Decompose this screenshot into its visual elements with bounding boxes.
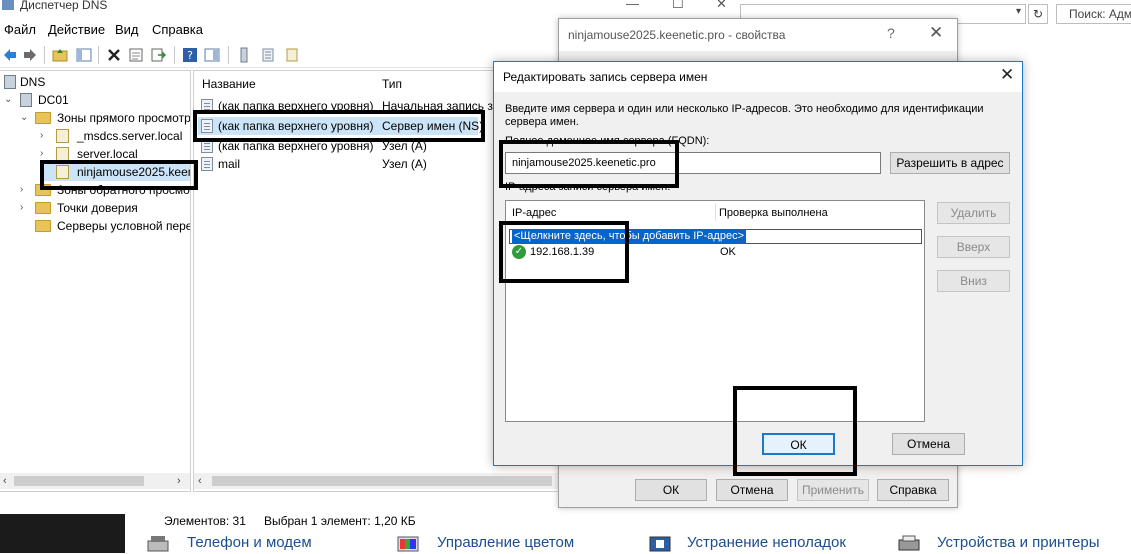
tree-zone-ninjamouse[interactable]: ninjamouse2025.keenetic.pro	[40, 163, 190, 181]
dark-strip	[0, 514, 125, 553]
back-arrow-icon[interactable]	[2, 47, 18, 63]
fqdn-label: Полное доменное имя сервера (FQDN):	[505, 135, 710, 147]
color-management-icon	[397, 536, 419, 552]
cp-troubleshooting[interactable]: Устранение неполадок	[687, 534, 846, 554]
check-icon: ✓	[512, 245, 526, 259]
column-header-name[interactable]: Название	[202, 77, 256, 91]
toolbar: ?	[0, 42, 560, 68]
delete-icon[interactable]	[106, 47, 122, 63]
zone-icon[interactable]	[284, 47, 300, 63]
dns-root-icon	[4, 75, 16, 89]
scroll-left-icon[interactable]: ‹	[3, 473, 7, 489]
list-item[interactable]: ✓ 192.168.1.39 OK	[512, 245, 920, 261]
cp-phone-modem[interactable]: Телефон и модем	[187, 534, 312, 554]
folder-icon	[35, 220, 51, 232]
scroll-right-icon[interactable]: ›	[177, 473, 181, 489]
record-icon	[201, 99, 213, 113]
menu-bar: Файл Действие Вид Справка	[0, 18, 560, 40]
edit-ns-record-dialog: Редактировать запись сервера имен ✕ Введ…	[493, 61, 1023, 466]
export-list-icon[interactable]	[150, 47, 166, 63]
svg-text:?: ?	[187, 49, 193, 62]
menu-action[interactable]: Действие	[48, 22, 105, 37]
chevron-right-icon[interactable]: ›	[20, 199, 30, 217]
window-title: Диспетчер DNS	[0, 0, 560, 14]
close-icon[interactable]: ✕	[716, 0, 727, 12]
record-icon	[201, 139, 213, 153]
table-row-selected[interactable]: (как папка верхнего уровня) Сервер имен …	[198, 117, 483, 135]
menu-file[interactable]: Файл	[4, 22, 36, 37]
records-icon[interactable]	[260, 47, 276, 63]
add-ip-prompt[interactable]: <Щелкните здесь, чтобы добавить IP-адрес…	[512, 230, 747, 243]
menu-view[interactable]: Вид	[115, 22, 139, 37]
maximize-icon[interactable]: ☐	[672, 0, 684, 12]
delete-button[interactable]: Удалить	[937, 202, 1010, 224]
add-ip-row[interactable]: <Щелкните здесь, чтобы добавить IP-адрес…	[509, 229, 922, 244]
chevron-right-icon[interactable]: ›	[40, 127, 50, 145]
up-button[interactable]: Вверх	[937, 236, 1010, 258]
cp-devices-printers[interactable]: Устройства и принтеры	[937, 534, 1099, 554]
menu-help[interactable]: Справка	[152, 22, 203, 37]
resolve-address-button[interactable]: Разрешить в адрес	[890, 152, 1010, 174]
properties-help-button[interactable]: Справка	[877, 479, 949, 501]
properties-cancel-button[interactable]: Отмена	[716, 479, 788, 501]
zone-file-icon	[56, 129, 69, 143]
dialog-intro-text: Введите имя сервера и один или несколько…	[505, 103, 984, 128]
folder-icon	[35, 112, 51, 124]
help-icon[interactable]: ?	[887, 25, 895, 41]
devices-printers-icon	[898, 535, 920, 551]
properties-title: ninjamouse2025.keenetic.pro - свойства	[568, 28, 786, 42]
folder-icon	[35, 184, 51, 196]
forward-arrow-icon[interactable]	[22, 47, 38, 63]
chevron-down-icon[interactable]: ⌄	[20, 109, 30, 127]
view-pane-icon[interactable]	[204, 47, 220, 63]
chevron-right-icon[interactable]: ›	[20, 181, 30, 199]
cancel-button[interactable]: Отмена	[892, 433, 965, 455]
server-list-icon[interactable]	[236, 47, 252, 63]
chevron-right-icon[interactable]: ›	[40, 145, 50, 163]
fqdn-input[interactable]: ninjamouse2025.keenetic.pro	[505, 152, 881, 174]
troubleshooting-icon	[649, 536, 671, 552]
status-selection: Выбран 1 элемент: 1,20 КБ	[264, 514, 416, 528]
dialog-title: Редактировать запись сервера имен	[503, 70, 708, 84]
search-input[interactable]: Поиск: Адм	[1056, 4, 1131, 24]
ip-address-list: IP-адрес Проверка выполнена <Щелкните зд…	[505, 200, 925, 422]
cp-color-management[interactable]: Управление цветом	[437, 534, 574, 554]
down-button[interactable]: Вниз	[937, 270, 1010, 292]
zone-file-icon	[56, 147, 69, 161]
up-folder-icon[interactable]	[52, 47, 68, 63]
chevron-down-icon[interactable]: ⌄	[4, 91, 14, 109]
tree-pane: DNS ⌄ DC01 ⌄ Зоны прямого просмотра › _m…	[0, 70, 191, 492]
window-controls: — ☐ ✕	[620, 0, 740, 12]
tree-horizontal-scrollbar[interactable]: ‹ ›	[0, 473, 190, 489]
dns-app-icon	[2, 0, 14, 10]
close-icon[interactable]: ✕	[1000, 65, 1014, 85]
status-bar: Элементов: 31 Выбран 1 элемент: 1,20 КБ	[150, 514, 750, 530]
zone-file-icon	[56, 165, 69, 179]
ok-button[interactable]: ОК	[762, 433, 835, 455]
properties-title-bar: ninjamouse2025.keenetic.pro - свойства ?…	[559, 19, 957, 51]
properties-icon[interactable]	[128, 47, 144, 63]
properties-apply-button[interactable]: Применить	[797, 479, 869, 501]
dialog-title-bar: Редактировать запись сервера имен ✕	[494, 62, 1022, 92]
folder-icon	[35, 202, 51, 214]
help-icon[interactable]: ?	[182, 47, 198, 63]
status-item-count: Элементов: 31	[164, 514, 246, 528]
column-header-validated[interactable]: Проверка выполнена	[719, 207, 828, 219]
record-icon	[201, 119, 213, 133]
close-icon[interactable]: ✕	[929, 23, 943, 43]
scroll-left-icon[interactable]: ‹	[198, 473, 202, 489]
phone-modem-icon	[147, 536, 169, 552]
minimize-icon[interactable]: —	[626, 0, 639, 11]
record-icon	[201, 157, 213, 171]
show-tree-icon[interactable]	[76, 47, 92, 63]
server-icon	[20, 93, 32, 107]
chevron-down-icon[interactable]: ▾	[1016, 6, 1021, 17]
ip-addresses-label: IP-адреса записи сервера имен:	[505, 181, 671, 193]
refresh-icon[interactable]: ↻	[1028, 4, 1048, 24]
properties-ok-button[interactable]: ОК	[635, 479, 707, 501]
column-header-type[interactable]: Тип	[382, 77, 402, 91]
column-header-ip[interactable]: IP-адрес	[512, 207, 556, 219]
